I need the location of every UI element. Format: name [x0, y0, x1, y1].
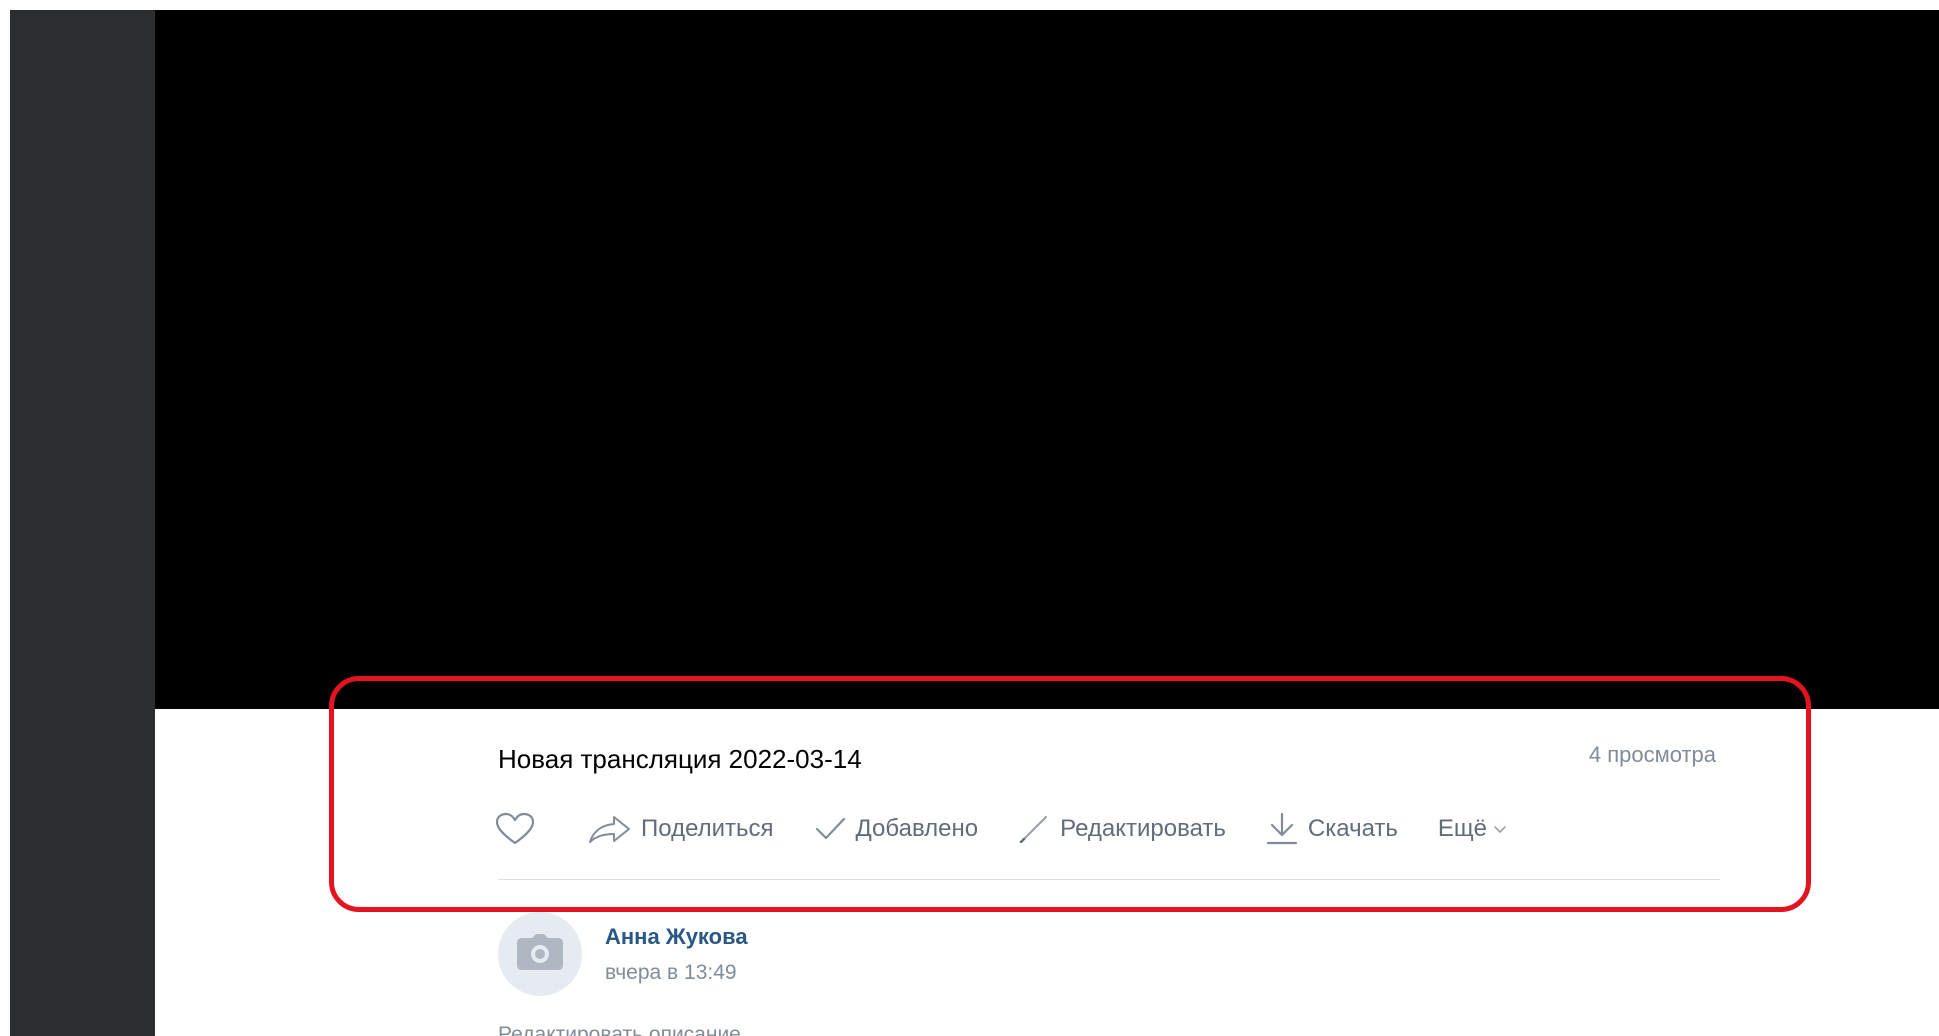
edit-description-link[interactable]: Редактировать описание	[498, 1023, 741, 1036]
pencil-icon	[1018, 815, 1050, 843]
author-avatar[interactable]	[498, 912, 582, 996]
like-button[interactable]	[495, 812, 535, 846]
heart-icon	[495, 812, 535, 846]
edit-label: Редактировать	[1060, 815, 1226, 842]
video-actions-bar: Поделиться Добавлено Редактировать Скача…	[495, 809, 1507, 849]
checkmark-icon	[814, 816, 846, 842]
added-button[interactable]: Добавлено	[814, 815, 979, 843]
author-name[interactable]: Анна Жукова	[605, 924, 748, 950]
page: Новая трансляция 2022-03-14 4 просмотра …	[0, 0, 1939, 1036]
modal-backdrop[interactable]	[10, 10, 155, 1036]
edit-button[interactable]: Редактировать	[1018, 815, 1226, 843]
divider	[498, 879, 1720, 880]
share-button[interactable]: Поделиться	[587, 814, 774, 844]
video-info-panel: Новая трансляция 2022-03-14 4 просмотра …	[155, 709, 1939, 1036]
share-arrow-icon	[587, 814, 631, 844]
more-button[interactable]: Ещё	[1438, 815, 1507, 843]
video-player[interactable]	[155, 10, 1939, 709]
camera-icon	[517, 933, 563, 975]
view-count: 4 просмотра	[1588, 742, 1716, 767]
more-label: Ещё	[1437, 815, 1488, 842]
download-icon	[1266, 812, 1298, 846]
download-button[interactable]: Скачать	[1266, 812, 1398, 846]
top-edge	[0, 0, 1939, 10]
added-label: Добавлено	[855, 815, 979, 842]
chevron-down-icon	[1493, 824, 1507, 834]
video-title: Новая трансляция 2022-03-14	[498, 744, 862, 774]
download-label: Скачать	[1307, 815, 1398, 842]
post-time[interactable]: вчера в 13:49	[605, 961, 737, 985]
share-label: Поделиться	[641, 815, 774, 842]
